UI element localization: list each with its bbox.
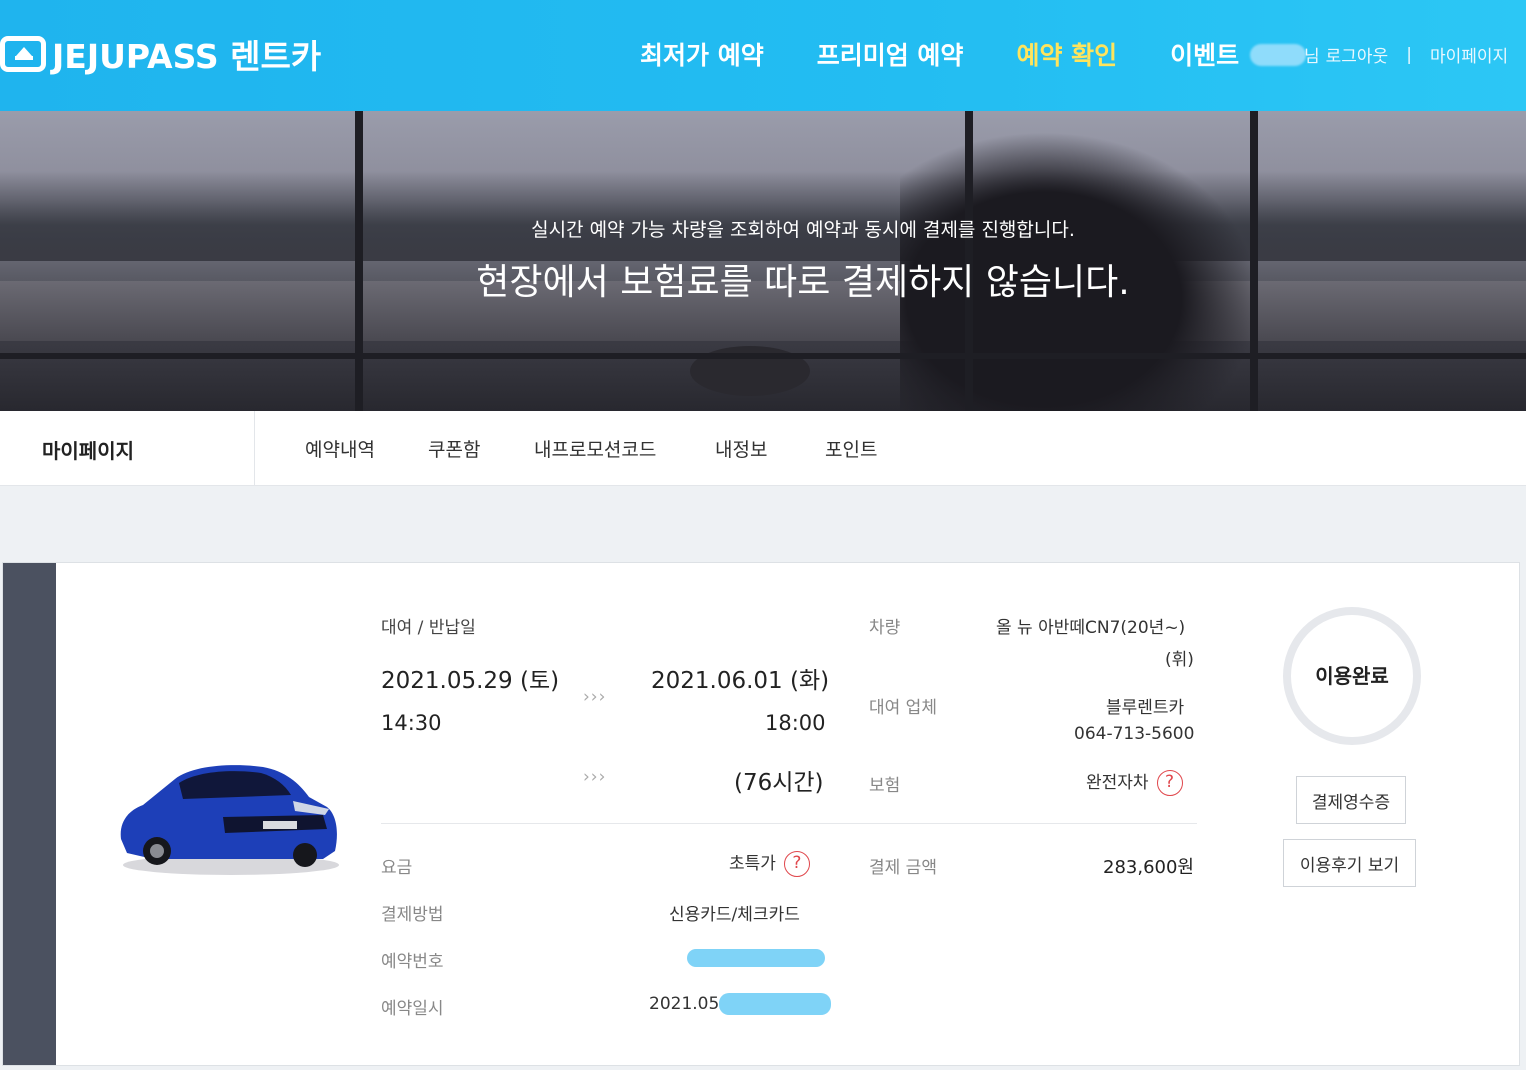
reservation-number-label: 예약번호 bbox=[381, 952, 444, 972]
card-side-bar bbox=[3, 563, 56, 1065]
nav-premium[interactable]: 프리미엄 예약 bbox=[817, 36, 964, 72]
return-time: 18:00 bbox=[765, 711, 826, 735]
status-badge: 이용완료 bbox=[1283, 607, 1421, 745]
receipt-button[interactable]: 결제영수증 bbox=[1296, 776, 1406, 824]
reservation-datetime-label: 예약일시 bbox=[381, 999, 444, 1019]
reservation-card: 대여 / 반납일 2021.05.29 (토) 14:30 ››› 2021.0… bbox=[2, 562, 1520, 1066]
logout-link[interactable]: 로그아웃 bbox=[1326, 42, 1389, 67]
payment-amount: 283,600원 bbox=[1103, 857, 1194, 878]
help-icon[interactable]: ? bbox=[1156, 770, 1183, 796]
hero-title: 현장에서 보험료를 따로 결제하지 않습니다. bbox=[476, 262, 1130, 303]
arrow-icon: ››› bbox=[583, 767, 607, 787]
nav-event[interactable]: 이벤트 bbox=[1170, 36, 1239, 72]
fare-text: 초특가 bbox=[729, 854, 776, 874]
duration: (76시간) bbox=[734, 770, 824, 796]
arrow-icon: ››› bbox=[583, 687, 607, 707]
reservation-datetime: 2021.05. bbox=[649, 994, 725, 1014]
user-suffix: 님 bbox=[1304, 47, 1320, 67]
tab-points[interactable]: 포인트 bbox=[825, 435, 877, 462]
vehicle-color: (휘) bbox=[1165, 650, 1194, 670]
review-button[interactable]: 이용후기 보기 bbox=[1283, 839, 1416, 887]
payment-method: 신용카드/체크카드 bbox=[669, 905, 800, 925]
site-header: JEJUPASS 렌트카 최저가 예약 프리미엄 예약 예약 확인 이벤트 님 … bbox=[0, 0, 1526, 111]
nav-reservation-check[interactable]: 예약 확인 bbox=[1016, 36, 1117, 72]
nav-lowest-price[interactable]: 최저가 예약 bbox=[640, 36, 764, 72]
period-label: 대여 / 반납일 bbox=[381, 618, 476, 638]
company-phone: 064-713-5600 bbox=[1074, 724, 1195, 744]
logo-text: JEJUPASS 렌트카 bbox=[52, 37, 322, 76]
tab-promo-codes[interactable]: 내프로모션코드 bbox=[534, 435, 656, 462]
window-frame bbox=[0, 353, 1526, 359]
redacted-reservation-datetime bbox=[719, 993, 831, 1015]
fare-label: 요금 bbox=[381, 858, 413, 878]
insurance-text: 완전자차 bbox=[1086, 773, 1149, 793]
car-image bbox=[120, 765, 339, 875]
payment-amount-label: 결제 금액 bbox=[869, 858, 937, 878]
logo-icon bbox=[0, 36, 46, 72]
main-nav: 최저가 예약 프리미엄 예약 예약 확인 이벤트 bbox=[640, 36, 1292, 72]
mypage-tabs: 마이페이지 예약내역 쿠폰함 내프로모션코드 내정보 포인트 bbox=[0, 411, 1526, 486]
logo[interactable]: JEJUPASS 렌트카 bbox=[0, 34, 321, 76]
header-separator: | bbox=[1406, 44, 1412, 65]
user-area: 님 로그아웃 | 마이페이지 bbox=[1300, 42, 1508, 68]
redacted-reservation-number bbox=[687, 949, 825, 967]
fare-value: 초특가? bbox=[729, 849, 810, 877]
mypage-title: 마이페이지 bbox=[0, 411, 255, 486]
return-date: 2021.06.01 (화) bbox=[651, 668, 830, 694]
hero-subtitle: 실시간 예약 가능 차량을 조회하여 예약과 동시에 결제를 진행합니다. bbox=[531, 219, 1075, 241]
vehicle-label: 차량 bbox=[869, 618, 901, 638]
payment-method-label: 결제방법 bbox=[381, 905, 444, 925]
company-label: 대여 업체 bbox=[869, 698, 937, 718]
insurance-label: 보험 bbox=[869, 776, 901, 796]
tab-coupons[interactable]: 쿠폰함 bbox=[428, 435, 480, 462]
insurance-value: 완전자차? bbox=[1086, 768, 1183, 796]
help-icon[interactable]: ? bbox=[783, 851, 810, 877]
mypage-link[interactable]: 마이페이지 bbox=[1430, 42, 1508, 67]
company-name: 블루렌트카 bbox=[1106, 698, 1185, 718]
card-divider bbox=[381, 823, 1197, 824]
pickup-time: 14:30 bbox=[381, 711, 442, 735]
tab-reservations[interactable]: 예약내역 bbox=[305, 435, 375, 462]
pickup-date: 2021.05.29 (토) bbox=[381, 668, 560, 694]
vehicle-name: 올 뉴 아반떼CN7(20년~) bbox=[996, 618, 1186, 638]
redacted-username bbox=[1250, 44, 1306, 66]
tab-my-info[interactable]: 내정보 bbox=[715, 435, 767, 462]
hero-banner: 실시간 예약 가능 차량을 조회하여 예약과 동시에 결제를 진행합니다. 현장… bbox=[0, 111, 1526, 411]
